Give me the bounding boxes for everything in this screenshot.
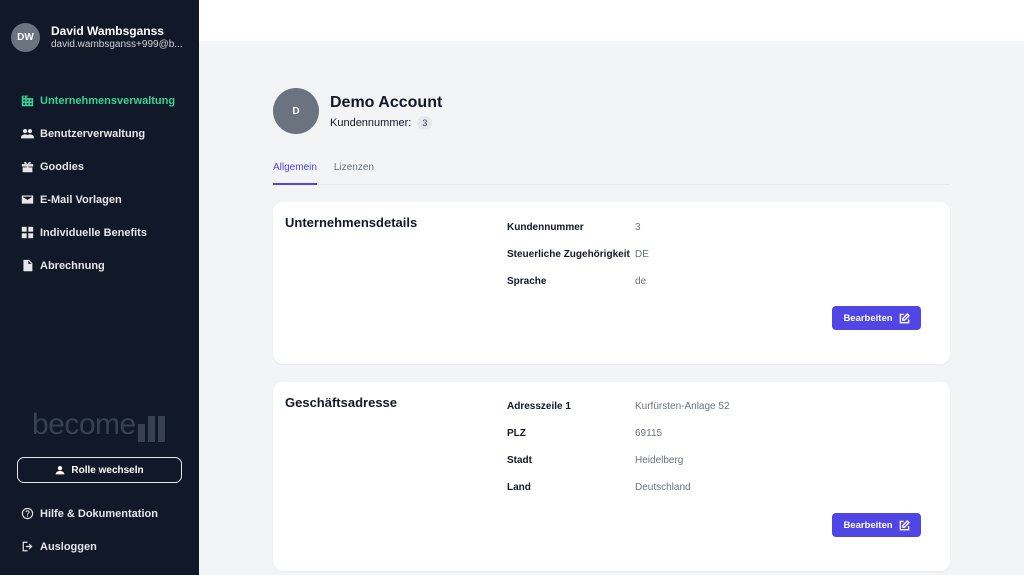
tab-lizenzen[interactable]: Lizenzen	[334, 158, 374, 184]
detail-row: Land Deutschland	[507, 482, 691, 493]
sidebar-item-label: Goodies	[40, 160, 85, 173]
company-details-card: Unternehmensdetails Kundennummer 3 Steue…	[273, 202, 950, 364]
help-label: Hilfe & Dokumentation	[40, 507, 158, 520]
logout-link[interactable]: Ausloggen	[20, 530, 158, 563]
tab-bar: Allgemein Lizenzen	[273, 158, 950, 185]
user-profile[interactable]: DW David Wambsganss david.wambsganss+999…	[11, 23, 191, 52]
sidebar-item-label: Unternehmensverwaltung	[40, 94, 176, 107]
edit-icon	[899, 312, 910, 323]
avatar: DW	[11, 23, 40, 52]
gift-icon	[20, 160, 34, 174]
edit-address-button[interactable]: Bearbeiten	[832, 513, 921, 537]
account-avatar: D	[273, 88, 319, 134]
bottom-nav: Hilfe & Dokumentation Ausloggen	[20, 497, 158, 563]
user-name: David Wambsganss	[51, 24, 164, 38]
tab-allgemein[interactable]: Allgemein	[273, 158, 317, 185]
sidebar-item-label: E-Mail Vorlagen	[40, 193, 122, 206]
sidebar-item-label: Benutzerverwaltung	[40, 127, 146, 140]
edit-icon	[899, 519, 910, 530]
business-address-card: Geschäftsadresse Adresszeile 1 Kurfürste…	[273, 382, 950, 571]
switch-role-button[interactable]: Rolle wechseln	[17, 457, 182, 483]
card-title: Geschäftsadresse	[285, 395, 398, 410]
page-title: Demo Account	[330, 93, 443, 111]
sidebar: DW David Wambsganss david.wambsganss+999…	[0, 0, 199, 575]
sidebar-item-abrechnung[interactable]: Abrechnung	[20, 249, 190, 282]
sidebar-item-email-vorlagen[interactable]: E-Mail Vorlagen	[20, 183, 190, 216]
switch-role-label: Rolle wechseln	[71, 464, 144, 476]
help-documentation-link[interactable]: Hilfe & Dokumentation	[20, 497, 158, 530]
logout-icon	[20, 540, 34, 554]
top-bar	[199, 0, 1024, 41]
detail-row: Adresszeile 1 Kurfürsten-Anlage 52	[507, 401, 730, 412]
detail-row: Kundennummer 3	[507, 222, 641, 233]
detail-row: Steuerliche Zugehörigkeit DE	[507, 249, 649, 260]
card-title: Unternehmensdetails	[285, 215, 418, 230]
sidebar-item-benutzerverwaltung[interactable]: Benutzerverwaltung	[20, 117, 190, 150]
customer-number-label: Kundennummer:	[330, 116, 412, 129]
user-icon	[56, 465, 65, 475]
edit-company-button[interactable]: Bearbeiten	[832, 306, 921, 330]
sidebar-item-label: Individuelle Benefits	[40, 226, 147, 239]
help-circle-icon	[20, 507, 34, 521]
account-header: D Demo Account Kundennummer: 3	[273, 88, 442, 134]
detail-row: PLZ 69115	[507, 428, 663, 439]
sidebar-item-unternehmensverwaltung[interactable]: Unternehmensverwaltung	[20, 84, 190, 117]
grid-icon	[20, 226, 34, 240]
customer-number-badge: 3	[417, 115, 433, 130]
users-icon	[20, 127, 34, 141]
detail-row: Stadt Heidelberg	[507, 455, 684, 466]
main-nav: Unternehmensverwaltung Benutzerverwaltun…	[20, 84, 190, 282]
become1-logo: become	[32, 408, 168, 442]
logout-label: Ausloggen	[40, 540, 97, 553]
document-icon	[20, 259, 34, 273]
sidebar-item-goodies[interactable]: Goodies	[20, 150, 190, 183]
sidebar-item-label: Abrechnung	[40, 259, 105, 272]
user-email: david.wambsganss+999@b...	[51, 39, 183, 50]
sidebar-item-individuelle-benefits[interactable]: Individuelle Benefits	[20, 216, 190, 249]
detail-row: Sprache de	[507, 276, 647, 287]
building-icon	[20, 94, 34, 108]
mail-icon	[20, 193, 34, 207]
